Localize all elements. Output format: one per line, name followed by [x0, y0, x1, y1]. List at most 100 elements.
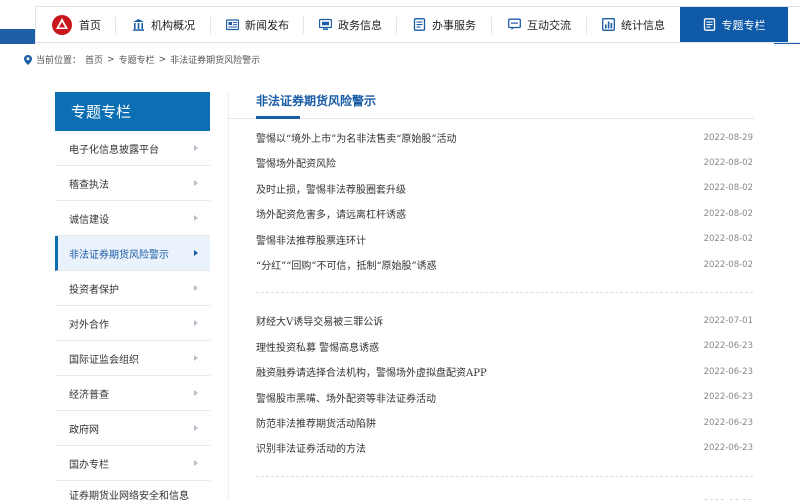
nav-label: 统计信息 [621, 18, 665, 32]
news-date: 2022-08-02 [703, 234, 753, 245]
news-title-link[interactable]: 理性投资私募 警惕高息诱惑 [256, 339, 379, 354]
news-date: 2022-08-02 [703, 157, 753, 168]
news-title-link[interactable]: 场外配资危害多，请远离杠杆诱惑 [256, 206, 406, 221]
chevron-right-icon [194, 460, 198, 466]
news-item[interactable]: 警惕场外配资风险 2022-08-02 [256, 155, 753, 171]
news-date: 2022-07-01 [703, 315, 753, 326]
news-title-link[interactable]: “分红”“回购”不可信，抵制“原始股”诱惑 [256, 257, 437, 272]
sidebar-item[interactable]: 国办专栏 [55, 446, 210, 481]
sidebar-title: 专题专栏 [55, 92, 210, 131]
page-title: 非法证券期货风险警示 [256, 94, 377, 108]
column-divider [228, 92, 229, 500]
nav-services[interactable]: 办事服务 [397, 7, 492, 42]
building-icon [132, 18, 145, 31]
news-item[interactable]: 警惕以“境外上市”为名非法售卖“原始股”活动 2022-08-29 [256, 130, 753, 146]
news-date: 2022-06-23 [703, 392, 753, 403]
nav-label: 首页 [79, 18, 101, 32]
nav-label: 机构概况 [151, 18, 195, 32]
sidebar-item-label: 非法证券期货风险警示 [69, 249, 169, 261]
news-date: 2022-08-02 [703, 183, 753, 194]
nav-home[interactable]: 首页 [36, 7, 116, 42]
sidebar-item[interactable]: 稽查执法 [55, 166, 210, 201]
news-item[interactable]: 场外配资危害多，请远离杠杆诱惑 2022-08-02 [256, 206, 753, 222]
nav-label: 新闻发布 [245, 18, 289, 32]
sidebar-item[interactable]: 诚信建设 [55, 201, 210, 236]
nav-label: 办事服务 [432, 18, 476, 32]
breadcrumb-current: 非法证券期货风险警示 [170, 56, 261, 66]
news-title-link[interactable]: 警惕非法推荐股票连环计 [256, 232, 366, 247]
sidebar-item[interactable]: 国际证监会组织 [55, 341, 210, 376]
news-item[interactable]: 警惕非法推荐股票连环计 2022-08-02 [256, 232, 753, 247]
breadcrumb-separator: > [158, 54, 167, 65]
news-title-link[interactable]: 财经大V诱导交易被三罪公诉 [256, 313, 383, 328]
news-title-link[interactable]: 融资融券请选择合法机构，警惕场外虚拟盘配资APP [256, 364, 487, 379]
news-title-link[interactable]: 警惕场外配资风险 [256, 155, 336, 170]
sidebar-item[interactable]: 证券期货业网络安全和信息化 [55, 481, 210, 500]
news-item[interactable]: 理性投资私募 警惕高息诱惑 2022-06-23 [256, 339, 753, 354]
nav-gov-info[interactable]: 政务信息 [304, 7, 397, 42]
news-title-link[interactable]: 防范非法推荐期货活动陷阱 [256, 415, 376, 430]
location-pin-icon [24, 54, 32, 65]
main-nav: 首页 机构概况 新闻发布 政务信息 办事服务 互动交流 统计信息 专题专栏 [35, 6, 800, 43]
chevron-right-icon [194, 215, 198, 221]
sidebar-item-label: 政府网 [69, 424, 99, 436]
chevron-right-icon [194, 320, 198, 326]
sidebar-item[interactable]: 投资者保护 [55, 271, 210, 306]
nav-org[interactable]: 机构概况 [116, 7, 211, 42]
news-date: 2022-06-23 [703, 417, 753, 428]
breadcrumb: 当前位置： 首页 > 专题专栏 > 非法证券期货风险警示 [24, 53, 260, 66]
sidebar-item-label: 国际证监会组织 [69, 354, 139, 366]
news-date: 2022-08-02 [703, 259, 753, 270]
nav-label: 专题专栏 [721, 18, 766, 32]
news-item[interactable]: 融资融券请选择合法机构，警惕场外虚拟盘配资APP 2022-06-23 [256, 364, 753, 380]
sidebar-item[interactable]: 经济普查 [55, 376, 210, 411]
group-divider [256, 475, 753, 477]
news-date: 2022-06-23 [703, 341, 753, 352]
chevron-right-icon [194, 355, 198, 361]
news-item[interactable]: 识别非法证券活动的方法 2022-06-23 [256, 440, 753, 456]
breadcrumb-separator: > [107, 54, 115, 65]
topic-icon [703, 18, 716, 31]
sidebar-item-label: 证券期货业网络安全和信息化 [69, 491, 189, 500]
monitor-icon [318, 18, 333, 31]
news-item[interactable]: 财经大V诱导交易被三罪公诉 2022-07-01 [256, 313, 753, 329]
stats-icon [602, 18, 615, 31]
sidebar-item[interactable]: 政府网 [55, 411, 210, 446]
chevron-right-icon [194, 180, 198, 186]
news-item[interactable]: 及时止损，警惕非法荐股圈套升级 2022-08-02 [256, 181, 753, 196]
news-title-link[interactable]: 警惕股市黑嘴、场外配资等非法证券活动 [256, 390, 436, 405]
news-icon [225, 18, 240, 31]
service-icon [413, 18, 426, 31]
news-date: 2022-08-29 [703, 132, 753, 143]
sidebar-item-label: 经济普查 [69, 389, 109, 401]
sidebar-item[interactable]: 对外合作 [55, 306, 210, 341]
nav-interaction[interactable]: 互动交流 [492, 7, 587, 42]
sidebar-item-label: 投资者保护 [69, 284, 119, 296]
nav-topics[interactable]: 专题专栏 [680, 7, 788, 42]
news-date: 2022-06-23 [703, 366, 753, 377]
news-item[interactable]: 防范非法推荐期货活动陷阱 2022-06-23 [256, 415, 753, 431]
news-item[interactable]: “分红”“回购”不可信，抵制“原始股”诱惑 2022-08-02 [256, 257, 753, 273]
sidebar-item[interactable]: 电子化信息披露平台 [55, 131, 210, 166]
breadcrumb-topics-link[interactable]: 专题专栏 [119, 53, 155, 66]
nav-news[interactable]: 新闻发布 [211, 7, 304, 42]
news-date: 2022-06-23 [703, 442, 753, 453]
sidebar-item-label: 诚信建设 [69, 214, 109, 226]
sidebar-item-label: 电子化信息披露平台 [69, 144, 159, 156]
nav-label: 互动交流 [527, 18, 571, 32]
title-underline [228, 118, 754, 119]
group-divider [256, 292, 753, 294]
nav-stats[interactable]: 统计信息 [587, 7, 680, 42]
sidebar-menu: 电子化信息披露平台稽查执法诚信建设非法证券期货风险警示 投资者保护对外合作国际证监… [55, 131, 210, 500]
sidebar-item-label: 国办专栏 [69, 459, 109, 471]
chevron-right-icon [194, 390, 198, 396]
header-stripe-left [0, 29, 35, 44]
news-title-link[interactable]: 识别非法证券活动的方法 [256, 440, 366, 455]
news-title-link[interactable]: 警惕以“境外上市”为名非法售卖“原始股”活动 [256, 130, 456, 145]
news-item[interactable]: 警惕股市黑嘴、场外配资等非法证券活动 2022-06-23 [256, 390, 753, 405]
news-title-link[interactable]: 及时止损，警惕非法荐股圈套升级 [256, 181, 406, 196]
breadcrumb-home-link[interactable]: 首页 [85, 53, 103, 66]
sidebar-item[interactable]: 非法证券期货风险警示 [55, 236, 210, 271]
sidebar-item-label: 对外合作 [69, 319, 109, 331]
emblem-icon [51, 14, 73, 36]
